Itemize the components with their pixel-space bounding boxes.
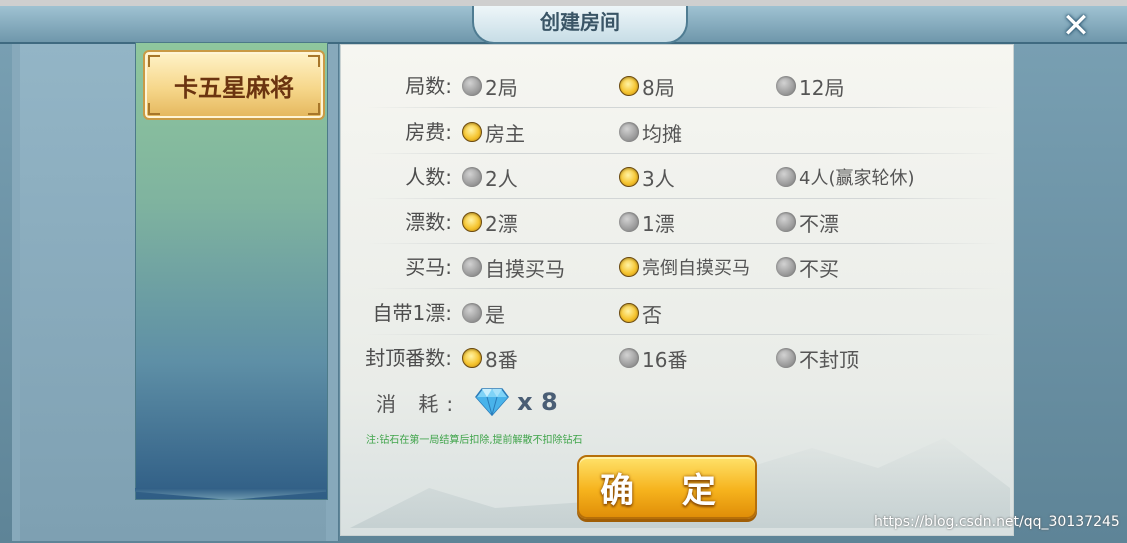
radio-icon — [619, 348, 639, 368]
self-piao-row: 自带1漂: 是 否 — [360, 291, 1000, 335]
option-piao-2[interactable]: 2漂 — [462, 200, 518, 244]
option-label: 不漂 — [799, 211, 839, 236]
radio-icon — [776, 257, 796, 277]
option-label: 不买 — [799, 256, 839, 281]
option-fee-host[interactable]: 房主 — [462, 110, 525, 154]
option-label: 1漂 — [642, 211, 675, 236]
cost-value: x 8 — [517, 388, 558, 416]
option-label: 12局 — [799, 75, 845, 100]
corner-ornament — [308, 103, 320, 115]
room-fee-row: 房费: 房主 均摊 — [360, 110, 1000, 154]
option-players-2[interactable]: 2人 — [462, 155, 518, 199]
option-label: 亮倒自摸买马 — [642, 258, 750, 279]
radio-selected-icon — [462, 212, 482, 232]
option-label: 自摸买马 — [485, 256, 565, 281]
option-rounds-12[interactable]: 12局 — [776, 64, 844, 108]
radio-icon — [776, 348, 796, 368]
option-label: 均摊 — [642, 121, 682, 146]
option-label: 3人 — [642, 166, 675, 191]
option-label: 不封顶 — [799, 347, 859, 372]
radio-selected-icon — [462, 122, 482, 142]
confirm-button[interactable]: 确 定 — [577, 455, 757, 519]
row-divider — [366, 107, 1000, 108]
radio-icon — [776, 167, 796, 187]
corner-ornament — [308, 55, 320, 67]
cost-display: 消 耗: x 8 — [376, 380, 558, 424]
option-label: 房主 — [485, 121, 525, 146]
radio-selected-icon — [619, 303, 639, 323]
close-icon: ✕ — [1061, 6, 1091, 46]
row-label: 房费: — [405, 120, 452, 144]
cost-label: 消 耗: — [376, 391, 462, 416]
option-label: 是 — [485, 302, 505, 327]
buy-horse-row: 买马: 自摸买马 亮倒自摸买马 不买 — [360, 245, 1000, 289]
option-label: 16番 — [642, 347, 688, 372]
radio-icon — [462, 303, 482, 323]
option-players-4[interactable]: 4人(赢家轮休) — [776, 155, 915, 199]
diamond-note: 注:钻石在第一局结算后扣除,提前解散不扣除钻石 — [366, 435, 583, 446]
row-divider — [366, 153, 1000, 154]
option-label: 2局 — [485, 75, 518, 100]
radio-icon — [462, 257, 482, 277]
radio-icon — [619, 212, 639, 232]
radio-icon — [776, 212, 796, 232]
option-label: 2漂 — [485, 211, 518, 236]
row-divider — [366, 243, 1000, 244]
option-fan-unlimited[interactable]: 不封顶 — [776, 336, 859, 380]
players-row: 人数: 2人 3人 4人(赢家轮休) — [360, 155, 1000, 199]
option-piao-1[interactable]: 1漂 — [619, 200, 675, 244]
row-label: 封顶番数: — [365, 346, 452, 370]
option-self-piao-no[interactable]: 否 — [619, 291, 662, 335]
tab-kawuxing-mahjong[interactable]: 卡五星麻将 — [143, 50, 325, 120]
option-rounds-8[interactable]: 8局 — [619, 64, 675, 108]
option-buy-self-draw[interactable]: 自摸买马 — [462, 245, 565, 289]
radio-icon — [619, 122, 639, 142]
radio-selected-icon — [619, 76, 639, 96]
option-label: 2人 — [485, 166, 518, 191]
option-fee-split[interactable]: 均摊 — [619, 110, 682, 154]
radio-icon — [462, 167, 482, 187]
option-players-3[interactable]: 3人 — [619, 155, 675, 199]
option-label: 8局 — [642, 75, 675, 100]
watermark: https://blog.csdn.net/qq_30137245 — [874, 514, 1120, 530]
row-divider — [366, 288, 1000, 289]
piao-row: 漂数: 2漂 1漂 不漂 — [360, 200, 1000, 244]
radio-selected-icon — [619, 167, 639, 187]
tab-label: 卡五星麻将 — [174, 73, 294, 102]
option-fan-16[interactable]: 16番 — [619, 336, 687, 380]
option-piao-none[interactable]: 不漂 — [776, 200, 839, 244]
close-button[interactable]: ✕ — [1045, 6, 1107, 46]
radio-selected-icon — [619, 257, 639, 277]
corner-ornament — [148, 103, 160, 115]
row-divider — [366, 334, 1000, 335]
row-divider — [366, 198, 1000, 199]
option-label: 4人(赢家轮休) — [799, 168, 915, 189]
option-label: 否 — [642, 302, 662, 327]
option-buy-liangdao[interactable]: 亮倒自摸买马 — [619, 245, 750, 289]
corner-ornament — [148, 55, 160, 67]
diamond-icon — [475, 388, 510, 417]
row-label: 漂数: — [405, 210, 452, 234]
rounds-row: 局数: 2局 8局 12局 — [360, 64, 1000, 108]
option-self-piao-yes[interactable]: 是 — [462, 291, 505, 335]
page-title: 创建房间 — [472, 6, 688, 44]
option-rounds-2[interactable]: 2局 — [462, 64, 518, 108]
max-fan-row: 封顶番数: 8番 16番 不封顶 — [360, 336, 1000, 380]
radio-icon — [462, 76, 482, 96]
option-fan-8[interactable]: 8番 — [462, 336, 518, 380]
row-label: 人数: — [405, 165, 452, 189]
row-label: 局数: — [405, 74, 452, 98]
radio-icon — [776, 76, 796, 96]
row-label: 买马: — [405, 255, 452, 279]
option-buy-none[interactable]: 不买 — [776, 245, 839, 289]
row-label: 自带1漂: — [372, 301, 452, 325]
option-label: 8番 — [485, 347, 518, 372]
radio-selected-icon — [462, 348, 482, 368]
